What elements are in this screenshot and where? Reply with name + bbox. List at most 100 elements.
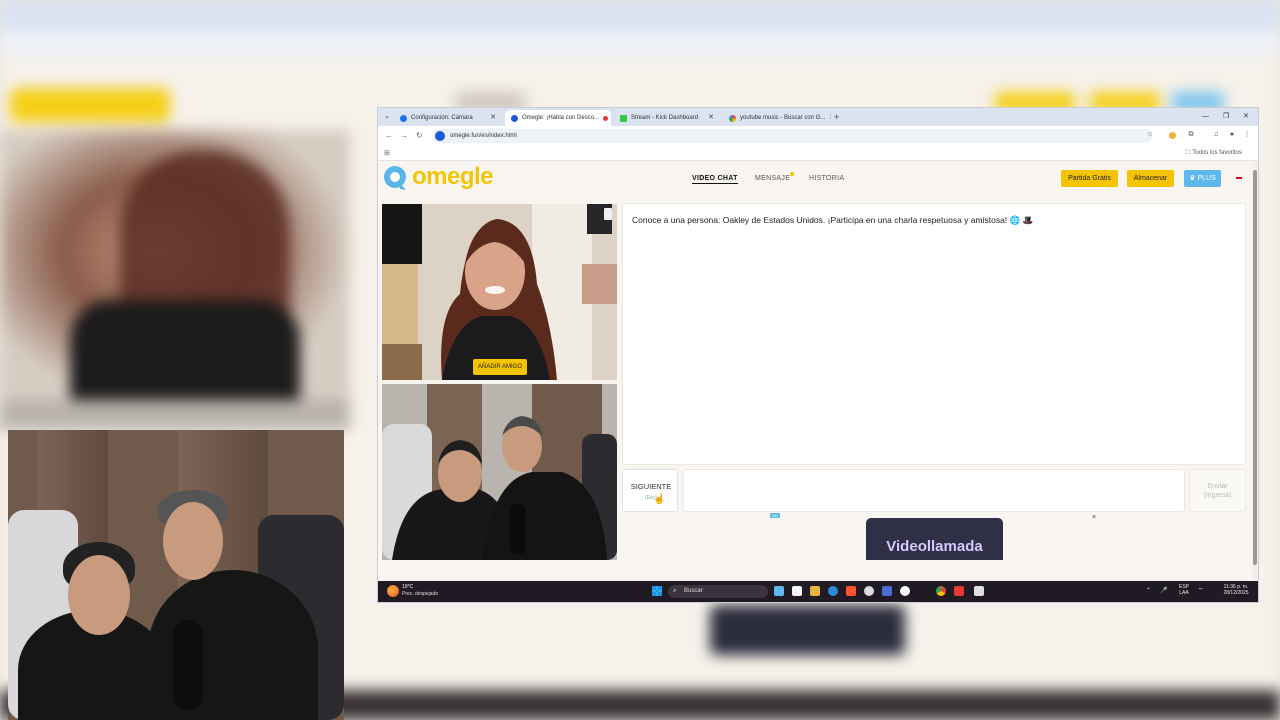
tab-label: Stream - Kick Dashboard <box>631 115 699 121</box>
app-snipping-icon[interactable] <box>974 586 984 596</box>
stranger-video-frame <box>382 204 617 380</box>
app-obs-icon[interactable] <box>864 586 874 596</box>
app-chrome-icon[interactable] <box>936 586 946 596</box>
minimize-icon[interactable]: — <box>1202 110 1209 124</box>
add-friend-button[interactable]: AÑADIR AMIGO <box>473 359 528 375</box>
site-logo[interactable]: omegle <box>412 163 494 191</box>
app-explorer-icon[interactable] <box>810 586 820 596</box>
webcam-overlay <box>8 430 344 720</box>
omegle-icon <box>511 114 518 122</box>
site-header: omegle VIDEO CHAT MENSAJE HISTORIA Parti… <box>378 161 1252 197</box>
store-button[interactable]: Almacenar <box>1127 170 1174 187</box>
media-icon[interactable]: ♫ <box>1211 130 1221 140</box>
plus-button[interactable]: ♛ PLUS <box>1184 170 1221 187</box>
reload-icon[interactable]: ↻ <box>416 130 423 142</box>
send-button[interactable]: Enviar (Ingresa) <box>1189 469 1246 512</box>
omegle-logo-icon[interactable] <box>382 165 410 191</box>
close-icon[interactable]: ✕ <box>490 110 496 126</box>
all-bookmarks-label: Todos los favoritos <box>1192 150 1242 156</box>
back-icon[interactable]: ← <box>385 130 393 142</box>
app-brave-icon[interactable] <box>846 586 856 596</box>
own-video-frame <box>382 384 617 560</box>
tray-chevron-icon[interactable]: ⌃ <box>1146 587 1151 595</box>
stranger-video: AÑADIR AMIGO <box>382 204 617 380</box>
recording-icon <box>603 115 609 121</box>
search-label: Buscar <box>684 588 703 594</box>
nav-message[interactable]: MENSAJE <box>755 174 790 183</box>
own-video <box>382 384 617 560</box>
close-icon[interactable]: ✕ <box>708 110 714 126</box>
extension-icon[interactable] <box>1169 132 1176 139</box>
close-icon[interactable]: ✕ <box>829 110 831 126</box>
star-icon[interactable]: ☆ <box>1145 130 1155 140</box>
bookmarks-bar: ⊞ 🗀 Todos los favoritos <box>378 146 1258 161</box>
ad-badge: AD <box>770 513 780 518</box>
app-steam-icon[interactable] <box>882 586 892 596</box>
apps-icon[interactable]: ⊞ <box>384 149 390 157</box>
bg-tabstrip <box>0 0 1280 30</box>
site-info-icon[interactable] <box>435 131 445 141</box>
bg-logo <box>10 88 170 122</box>
message-input[interactable] <box>683 469 1185 512</box>
new-tab-icon[interactable]: + <box>834 110 839 124</box>
webcam-face <box>163 502 223 580</box>
forward-icon[interactable]: → <box>400 130 408 142</box>
weather-icon[interactable] <box>387 585 399 597</box>
menu-icon[interactable]: ⋮ <box>1242 130 1252 140</box>
crown-icon: ♛ <box>1189 175 1196 182</box>
address-bar[interactable]: omegle.fun/es/index.html <box>432 129 1152 143</box>
bg-band <box>0 400 350 430</box>
webcam-face <box>68 555 130 635</box>
search-icon: ⌕ <box>673 588 677 594</box>
all-bookmarks[interactable]: 🗀 Todos los favoritos <box>1185 146 1242 161</box>
wifi-icon[interactable]: ⌔ <box>1198 587 1204 595</box>
ad-banner[interactable]: Videollamada <box>866 518 1003 560</box>
screen: ⌄ Configuración: Cámara ✕ Omegle: ¡Habla… <box>0 0 1280 720</box>
language-layout: LAA <box>1179 590 1189 596</box>
url-text: omegle.fun/es/index.html <box>450 133 517 139</box>
tab-omegle[interactable]: Omegle: ¡Habla con Desco... ✕ <box>505 110 611 126</box>
plus-label: PLUS <box>1197 175 1216 182</box>
clock[interactable]: 11:36 p. m. 28/12/2025 <box>1216 584 1256 596</box>
nav-video-chat[interactable]: VIDEO CHAT <box>692 174 738 184</box>
ad-text: Videollamada <box>886 538 983 555</box>
profile-icon[interactable]: ● <box>1227 130 1237 140</box>
close-ad-icon[interactable]: × <box>1092 514 1096 521</box>
gear-icon <box>400 114 407 122</box>
next-label: SIGUIENTE <box>630 482 672 491</box>
tab-label: Omegle: ¡Habla con Desco... <box>522 115 600 121</box>
tab-label: youtube music - Buscar con G... <box>740 115 826 121</box>
puzzle-icon[interactable]: ⧉ <box>1186 130 1196 140</box>
omegle-page: omegle VIDEO CHAT MENSAJE HISTORIA Parti… <box>378 161 1252 579</box>
taskbar: 19°C Prec. despejado ⌕ Buscar ⌃ 🎤 ESP LA… <box>378 581 1258 602</box>
maximize-icon[interactable]: ❐ <box>1223 110 1229 124</box>
send-label: Enviar <box>1207 483 1228 490</box>
taskbar-search[interactable]: ⌕ Buscar <box>668 585 768 598</box>
hand-cursor-icon: ☝ <box>653 494 666 505</box>
language-indicator[interactable]: ESP LAA <box>1175 584 1193 596</box>
tab-kick-dashboard[interactable]: Stream - Kick Dashboard ✕ <box>614 110 720 126</box>
windows-start-icon[interactable] <box>652 586 662 596</box>
tab-google-search[interactable]: youtube music - Buscar con G... ✕ <box>723 110 831 126</box>
next-button[interactable]: SIGUIENTE (Esc) ☝ <box>622 469 678 512</box>
app-github-icon[interactable] <box>900 586 910 596</box>
app-store-icon[interactable] <box>792 586 802 596</box>
chat-log[interactable]: Conoce a una persona: Oakley de Estados … <box>622 203 1246 465</box>
clock-date: 28/12/2025 <box>1223 590 1249 596</box>
report-icon[interactable] <box>604 208 612 220</box>
bg-person-shirt <box>70 300 300 400</box>
language-flag-icon[interactable] <box>1236 177 1242 181</box>
tab-search-icon[interactable]: ⌄ <box>384 110 390 124</box>
bg-addressbar <box>0 30 1280 58</box>
nav-history[interactable]: HISTORIA <box>809 174 844 183</box>
bg-card <box>710 605 905 655</box>
tab-camera-settings[interactable]: Configuración: Cámara ✕ <box>394 110 502 126</box>
mic-icon[interactable]: 🎤 <box>1160 587 1167 595</box>
app-recorder-icon[interactable] <box>954 586 964 596</box>
close-window-icon[interactable]: ✕ <box>1243 110 1249 124</box>
app-copilot-icon[interactable] <box>774 586 784 596</box>
folder-icon: 🗀 <box>1184 150 1191 156</box>
app-edge-icon[interactable] <box>828 586 838 596</box>
free-game-button[interactable]: Partida Gratis <box>1061 170 1118 187</box>
scrollbar-thumb[interactable] <box>1253 170 1257 565</box>
